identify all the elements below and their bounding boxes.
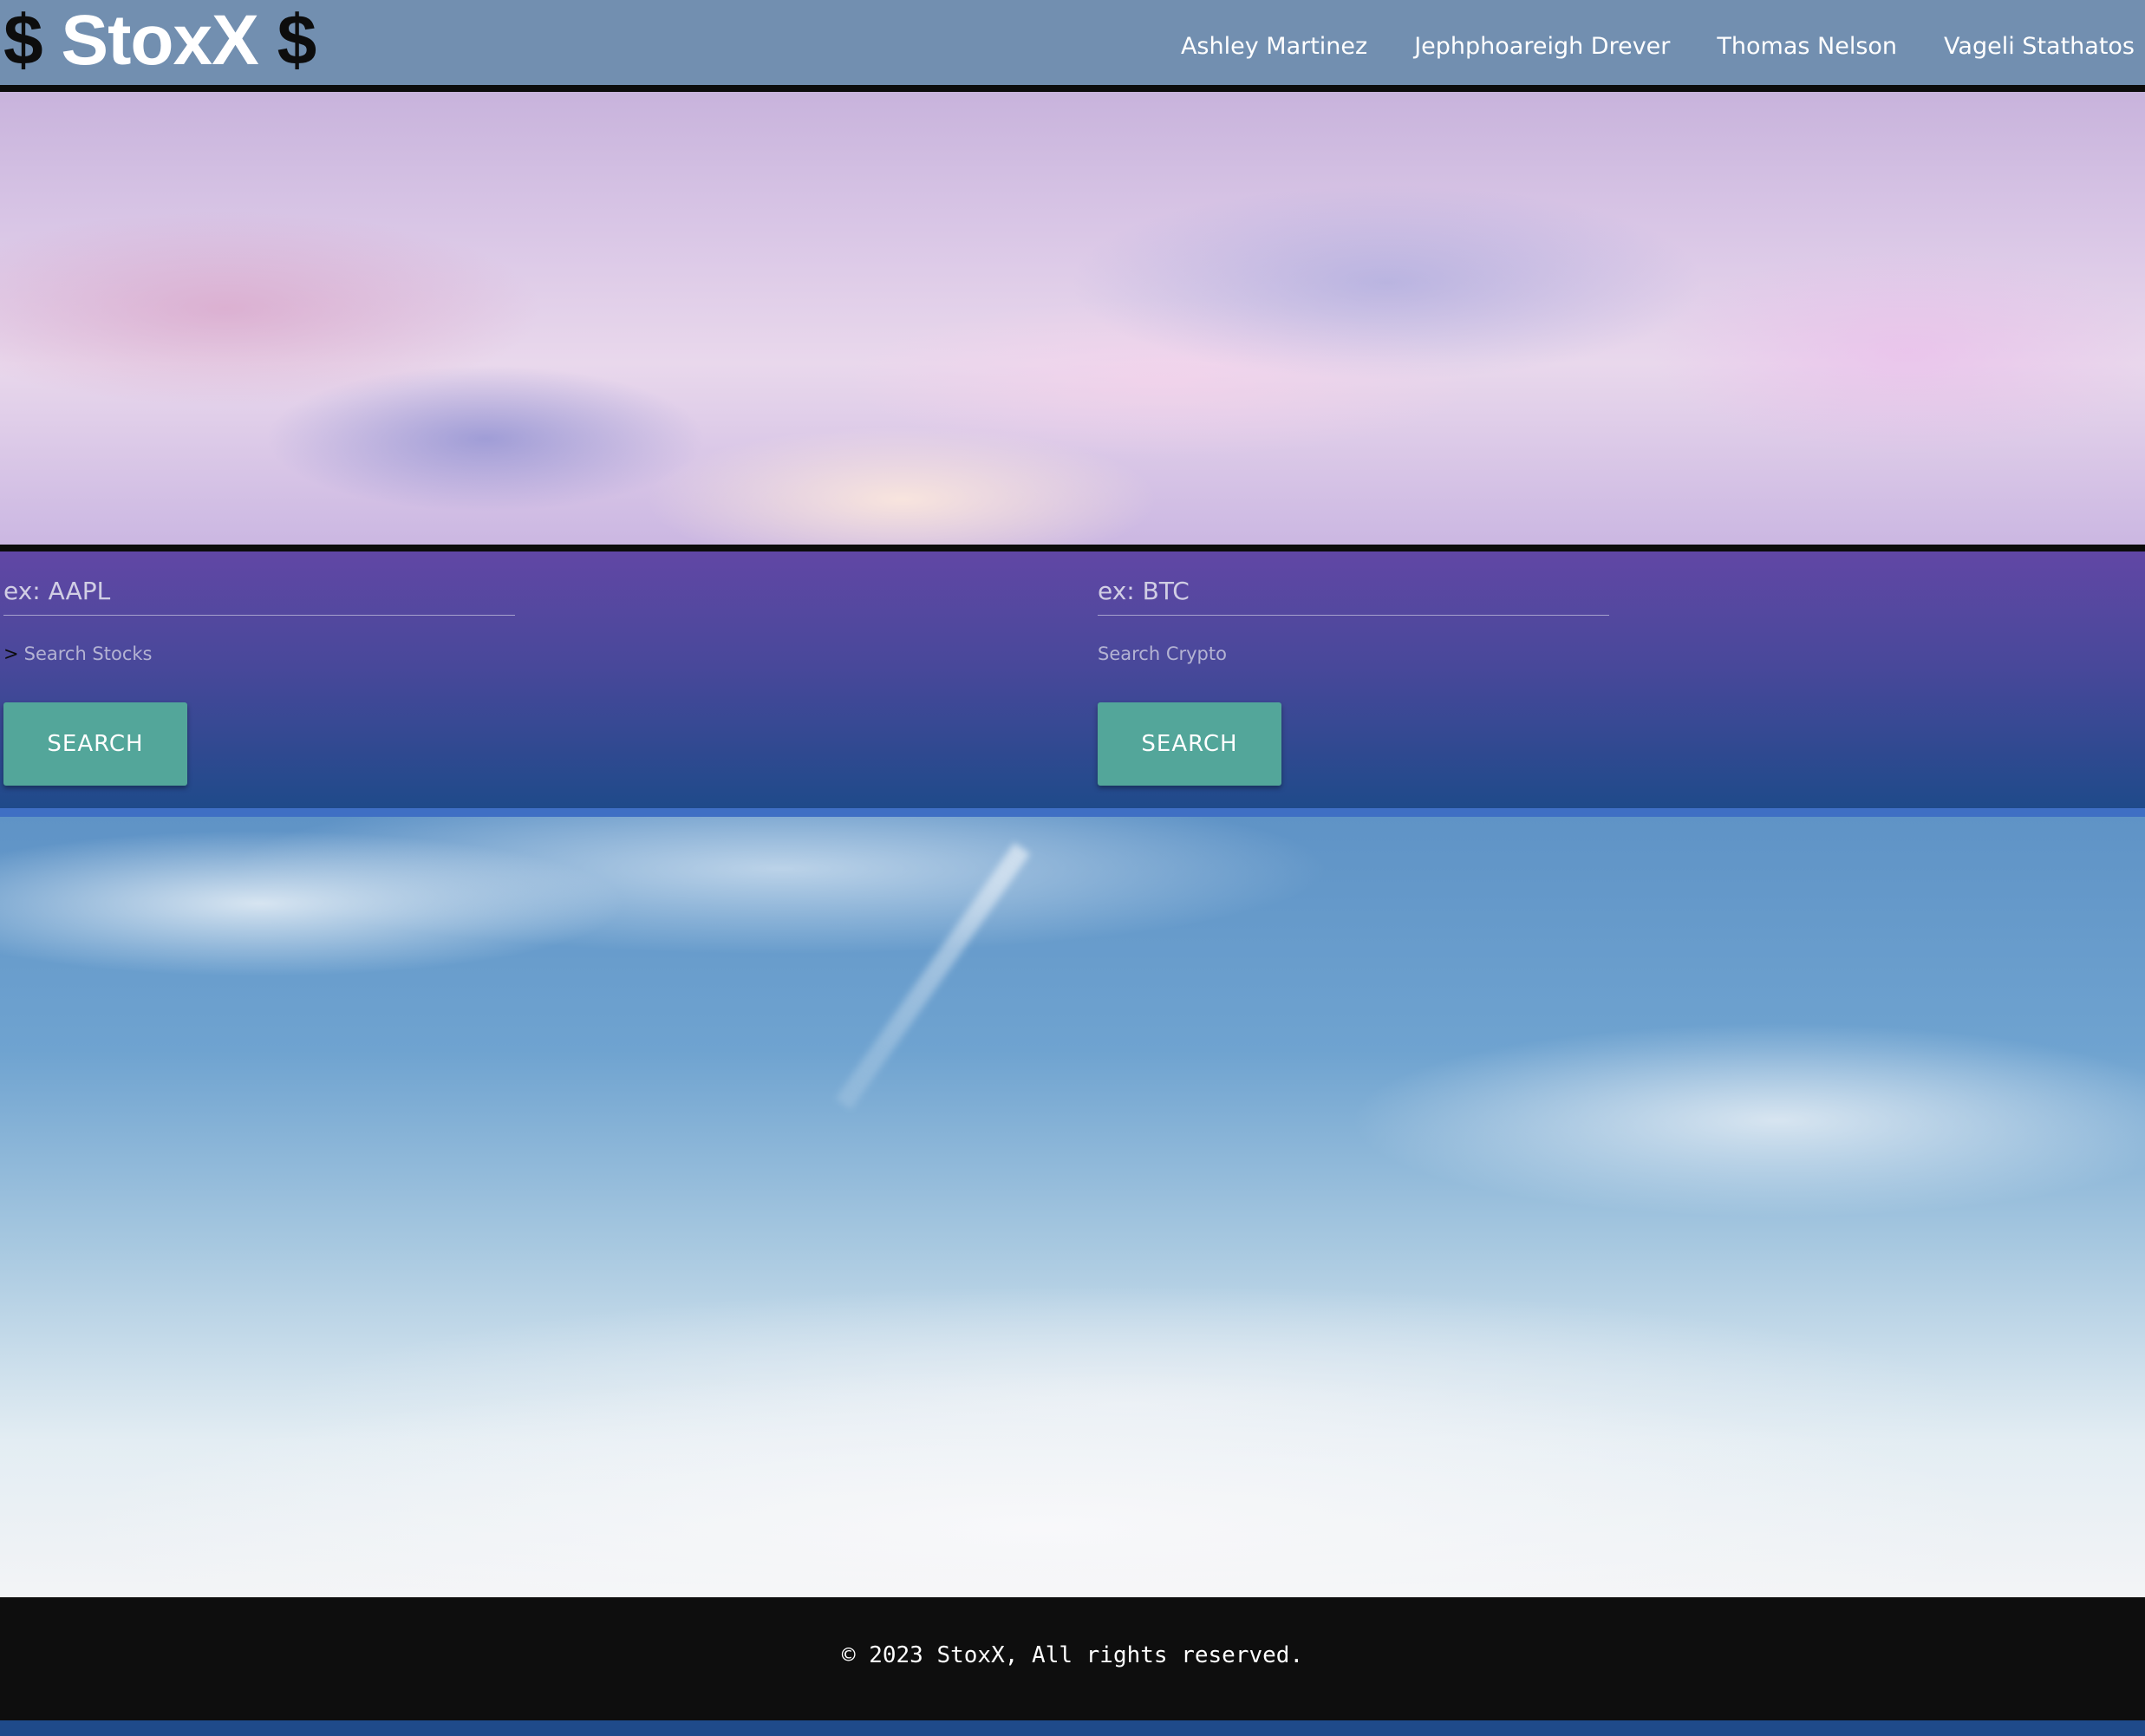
stock-search-helper-label: Search Stocks [23,643,153,664]
navbar: $ StoxX $ Ashley Martinez Jephphoareigh … [0,0,2145,92]
stock-search-helper: > Search Stocks [3,643,153,664]
contrail-decoration [835,843,1031,1110]
nav-link-thomas-nelson[interactable]: Thomas Nelson [1717,33,1897,60]
stock-search-input[interactable] [3,567,515,616]
crypto-search-helper: Search Crypto [1098,643,1227,664]
caret-icon: > [3,643,19,664]
footer: © 2023 StoxX, All rights reserved. [0,1597,2145,1720]
brand-dollar-right: $ [277,1,317,80]
crypto-search-button[interactable]: SEARCH [1098,702,1281,786]
cloud-background-image [0,817,2145,1597]
nav-link-vageli-stathatos[interactable]: Vageli Stathatos [1944,33,2135,60]
hero-divider [0,545,2145,551]
crypto-search-input[interactable] [1098,567,1609,616]
nav-links: Ashley Martinez Jephphoareigh Drever Tho… [1181,33,2135,60]
bottom-strip [0,1720,2145,1736]
brand-name: StoxX [61,1,258,80]
nav-link-ashley-martinez[interactable]: Ashley Martinez [1181,33,1367,60]
footer-copyright: © 2023 StoxX, All rights reserved. [841,1642,1304,1668]
brand-dollar-left: $ [3,1,43,80]
crypto-search-helper-label: Search Crypto [1098,643,1227,664]
brand-logo[interactable]: $ StoxX $ [3,5,316,76]
search-panel: >Search Stocks SEARCH Search Crypto SEAR… [0,551,2145,817]
hero-sky-banner [0,92,2145,545]
nav-link-jephphoareigh-drever[interactable]: Jephphoareigh Drever [1414,33,1670,60]
stock-search-button[interactable]: SEARCH [3,702,187,786]
